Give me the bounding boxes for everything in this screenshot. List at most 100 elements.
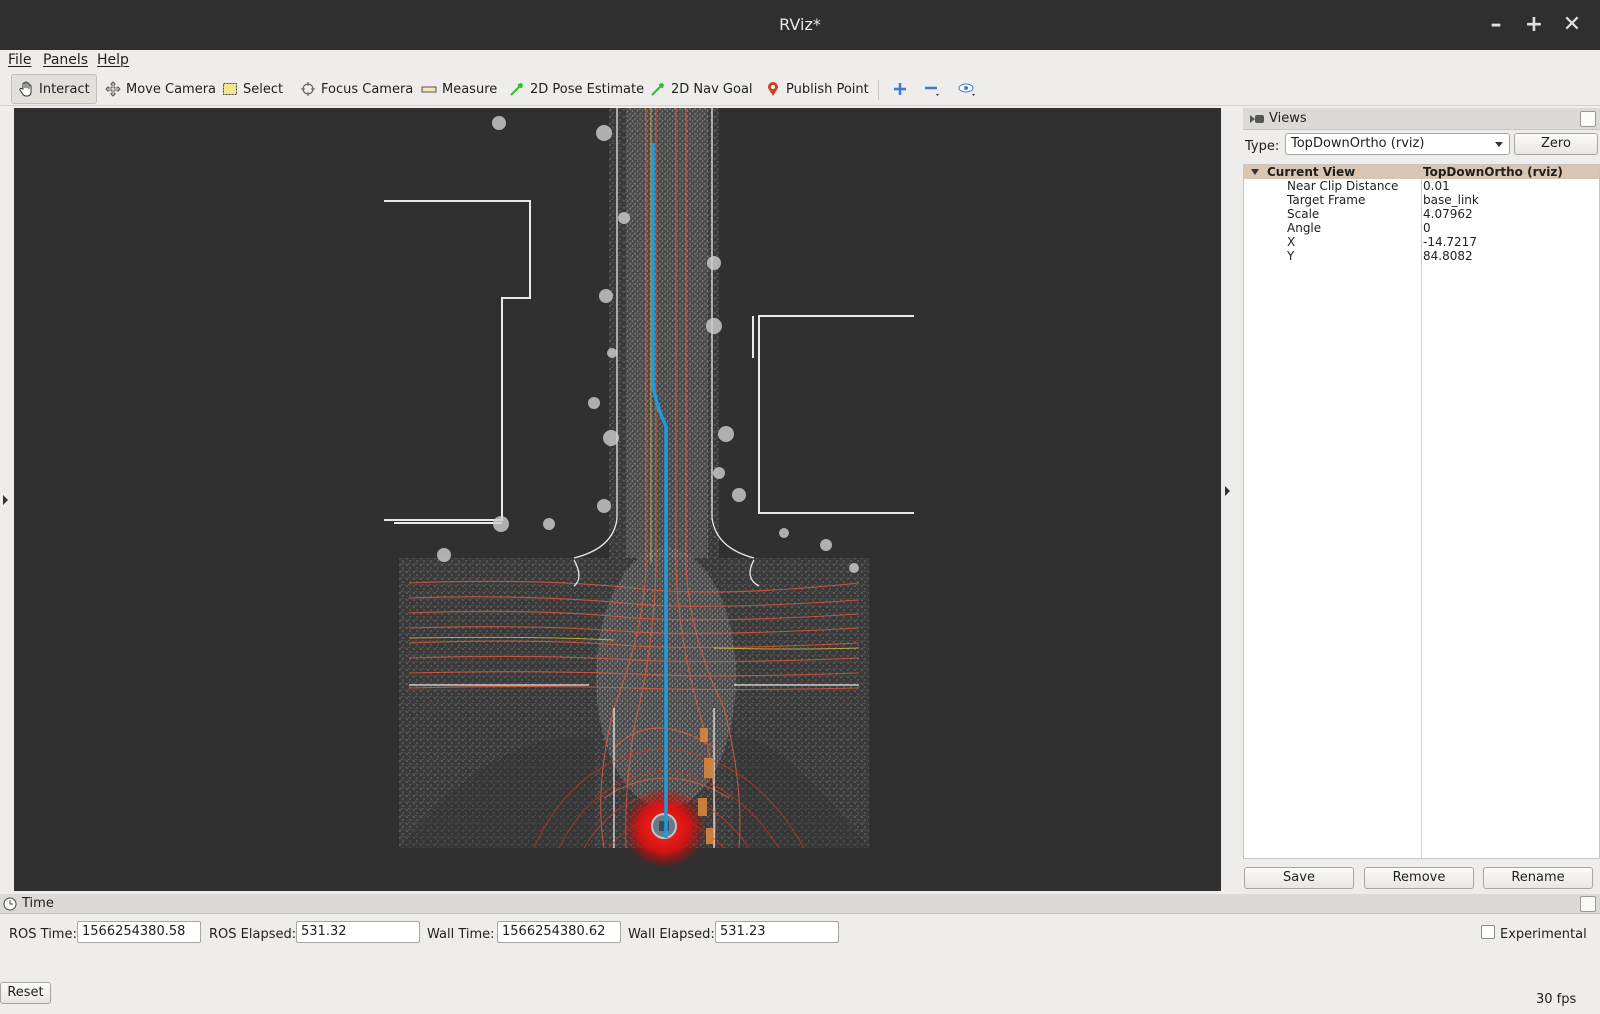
- collapse-tree-icon[interactable]: [1251, 169, 1259, 175]
- chevron-down-icon: [1495, 142, 1503, 147]
- move-camera-tool-button[interactable]: Move Camera: [99, 74, 222, 104]
- remove-view-button[interactable]: Remove: [1364, 867, 1474, 889]
- road-north: [609, 108, 719, 568]
- interact-label: Interact: [39, 81, 90, 97]
- zero-button[interactable]: Zero: [1514, 133, 1598, 155]
- right-dock-strip: [1221, 108, 1232, 892]
- title-bar: RViz* – + ✕: [0, 0, 1600, 50]
- wall-elapsed-label: Wall Elapsed:: [628, 927, 715, 942]
- ros-elapsed-field[interactable]: 531.32: [296, 921, 420, 943]
- publish-point-tool-button[interactable]: Publish Point: [759, 74, 875, 104]
- focus-camera-tool-button[interactable]: Focus Camera: [294, 74, 419, 104]
- left-dock-strip: [0, 108, 13, 892]
- green-arrow-icon: [651, 83, 664, 96]
- focus-camera-icon: [301, 82, 315, 96]
- type-label: Type:: [1245, 139, 1280, 154]
- interact-tool-button[interactable]: Interact: [11, 74, 97, 104]
- property-key: Target Frame: [1287, 193, 1366, 207]
- undock-time-button[interactable]: [1580, 896, 1596, 912]
- current-view-row[interactable]: Current View TopDownOrtho (rviz): [1244, 165, 1599, 179]
- ros-time-field[interactable]: 1566254380.58: [77, 921, 201, 943]
- expand-left-icon[interactable]: [3, 495, 8, 505]
- views-panel: Views Type: TopDownOrtho (rviz) Zero Cur…: [1243, 108, 1600, 894]
- property-value[interactable]: -14.7217: [1423, 235, 1477, 249]
- toolbar-separator: [878, 80, 879, 100]
- wall-elapsed-field[interactable]: 531.23: [715, 921, 839, 943]
- measure-label: Measure: [442, 81, 498, 97]
- nav-goal-tool-button[interactable]: 2D Nav Goal: [644, 74, 759, 104]
- tree-column-divider: [1421, 165, 1422, 858]
- property-row-near-clip[interactable]: Near Clip Distance 0.01: [1244, 179, 1599, 193]
- maximize-icon[interactable]: +: [1521, 12, 1547, 38]
- measure-tool-button[interactable]: Measure: [415, 74, 503, 104]
- fps-readout: 30 fps: [1536, 992, 1577, 1007]
- ros-elapsed-label: ROS Elapsed:: [209, 927, 297, 942]
- green-arrow-icon: [510, 83, 523, 96]
- vehicle-marker: [651, 813, 677, 839]
- property-value[interactable]: 84.8082: [1423, 249, 1473, 263]
- save-view-button[interactable]: Save: [1244, 867, 1354, 889]
- wall-time-label: Wall Time:: [427, 927, 495, 942]
- property-row-y[interactable]: Y 84.8082: [1244, 249, 1599, 263]
- property-value[interactable]: base_link: [1423, 193, 1479, 207]
- current-view-value: TopDownOrtho (rviz): [1423, 165, 1563, 179]
- time-panel: Time ROS Time: 1566254380.58 ROS Elapsed…: [0, 894, 1600, 1014]
- time-panel-header: Time: [0, 894, 1600, 914]
- collapse-right-icon[interactable]: [1225, 486, 1230, 496]
- menu-bar: File Panels Help: [0, 50, 1600, 72]
- wall-time-field[interactable]: 1566254380.62: [497, 921, 621, 943]
- menu-panels[interactable]: Panels: [43, 52, 88, 68]
- property-key: Angle: [1287, 221, 1322, 235]
- tool-properties-button[interactable]: [952, 74, 984, 104]
- reset-button[interactable]: Reset: [0, 982, 51, 1004]
- camera-icon: [1250, 115, 1264, 123]
- property-key: X: [1287, 235, 1296, 249]
- experimental-label: Experimental: [1500, 927, 1587, 942]
- tool-bar: Interact Move Camera Select Focus Camera…: [0, 72, 1600, 106]
- map-pin-icon: [768, 82, 778, 96]
- menu-help[interactable]: Help: [97, 52, 129, 68]
- window-title: RViz*: [779, 15, 821, 34]
- minus-icon: [925, 86, 939, 96]
- property-key: Near Clip Distance: [1287, 179, 1399, 193]
- ruler-icon: [421, 86, 437, 93]
- property-value[interactable]: 0: [1423, 221, 1431, 235]
- select-tool-button[interactable]: Select: [216, 74, 289, 104]
- menu-file[interactable]: File: [8, 52, 31, 68]
- render-viewport[interactable]: [14, 108, 1221, 891]
- pose-estimate-tool-button[interactable]: 2D Pose Estimate: [503, 74, 650, 104]
- hand-icon: [19, 81, 32, 97]
- property-row-scale[interactable]: Scale 4.07962: [1244, 207, 1599, 221]
- publish-point-label: Publish Point: [786, 81, 869, 97]
- nav-goal-label: 2D Nav Goal: [671, 81, 753, 97]
- minimize-icon[interactable]: –: [1483, 12, 1509, 38]
- building-left: [384, 200, 531, 524]
- clock-icon: [3, 897, 17, 911]
- eye-icon: [958, 83, 975, 96]
- close-icon[interactable]: ✕: [1559, 12, 1585, 38]
- property-row-angle[interactable]: Angle 0: [1244, 221, 1599, 235]
- building-right: [752, 315, 914, 514]
- pose-estimate-label: 2D Pose Estimate: [530, 81, 645, 97]
- property-key: Scale: [1287, 207, 1320, 221]
- focus-camera-label: Focus Camera: [321, 81, 414, 97]
- property-row-target-frame[interactable]: Target Frame base_link: [1244, 193, 1599, 207]
- add-tool-button[interactable]: [887, 74, 913, 104]
- views-panel-title: Views: [1269, 111, 1307, 126]
- ros-time-label: ROS Time:: [9, 927, 77, 942]
- property-value[interactable]: 4.07962: [1423, 207, 1473, 221]
- view-type-value: TopDownOrtho (rviz): [1291, 136, 1425, 151]
- property-value[interactable]: 0.01: [1423, 179, 1450, 193]
- rename-view-button[interactable]: Rename: [1483, 867, 1593, 889]
- property-key: Y: [1287, 249, 1295, 263]
- view-type-select[interactable]: TopDownOrtho (rviz): [1285, 133, 1510, 155]
- experimental-checkbox[interactable]: [1481, 925, 1495, 939]
- current-view-key: Current View: [1267, 165, 1356, 179]
- move-camera-icon: [105, 81, 121, 97]
- property-row-x[interactable]: X -14.7217: [1244, 235, 1599, 249]
- remove-tool-button[interactable]: [918, 74, 948, 104]
- undock-views-button[interactable]: [1580, 111, 1596, 127]
- time-panel-title: Time: [22, 896, 54, 911]
- move-camera-label: Move Camera: [126, 81, 217, 97]
- view-properties-tree[interactable]: Current View TopDownOrtho (rviz) Near Cl…: [1243, 164, 1600, 859]
